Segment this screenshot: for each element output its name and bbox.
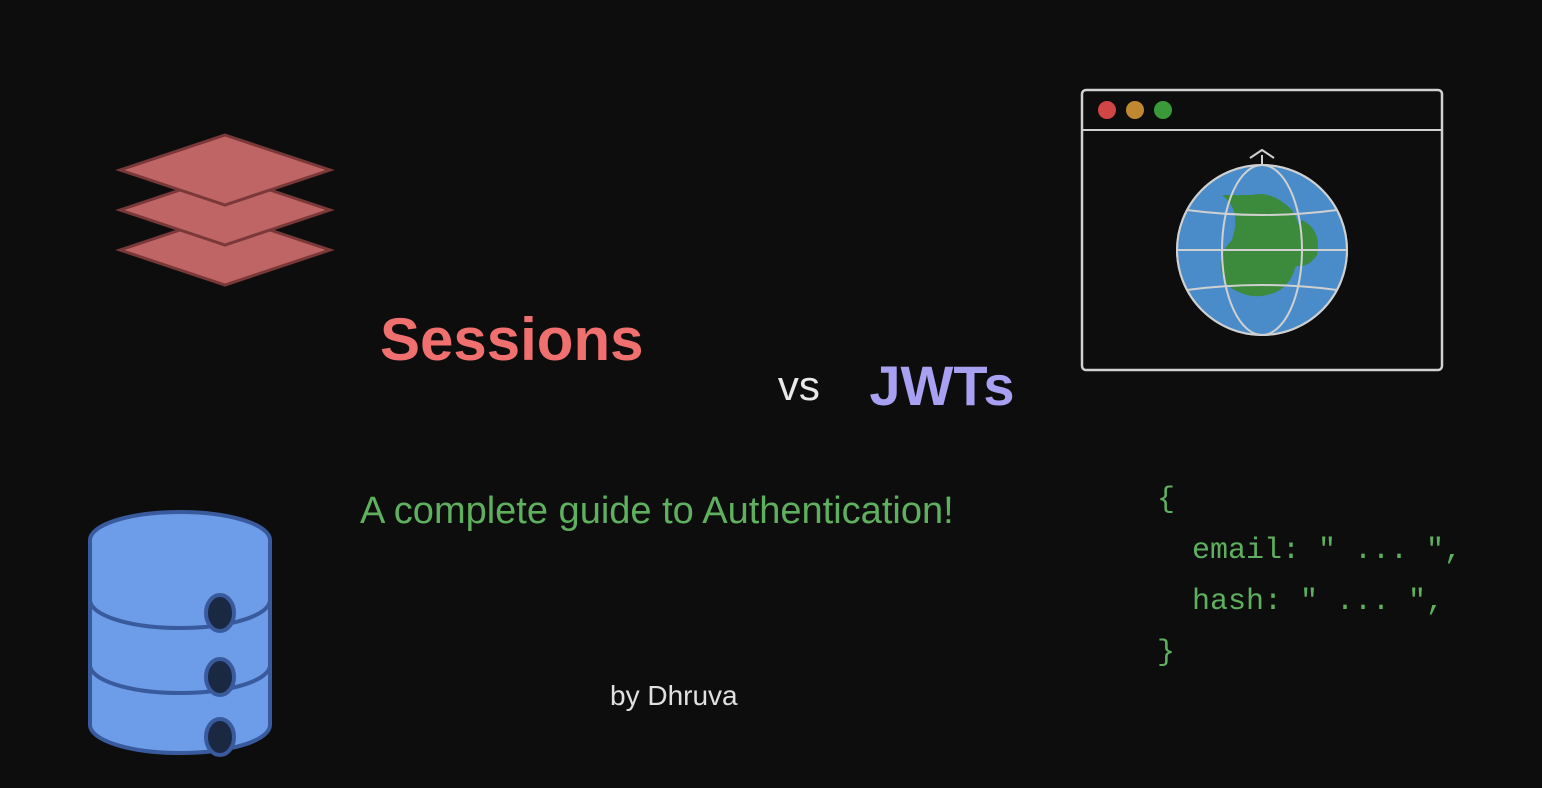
byline: by Dhruva — [610, 680, 738, 712]
title-jwts: JWTs — [869, 353, 1014, 418]
title-vs: vs — [778, 362, 820, 410]
stack-layers-icon — [100, 110, 350, 315]
code-close-brace: } — [1157, 628, 1462, 679]
database-icon — [70, 505, 290, 770]
browser-window-icon — [1077, 85, 1447, 380]
title-container: Sessions vs JWTs — [380, 305, 1080, 374]
subtitle: A complete guide to Authentication! — [360, 490, 954, 533]
code-snippet: { email: " ... ", hash: " ... ", } — [1157, 475, 1462, 679]
code-open-brace: { — [1157, 475, 1462, 526]
code-line-hash: hash: " ... ", — [1157, 577, 1462, 628]
title-sessions: Sessions — [380, 305, 643, 374]
code-line-email: email: " ... ", — [1157, 526, 1462, 577]
